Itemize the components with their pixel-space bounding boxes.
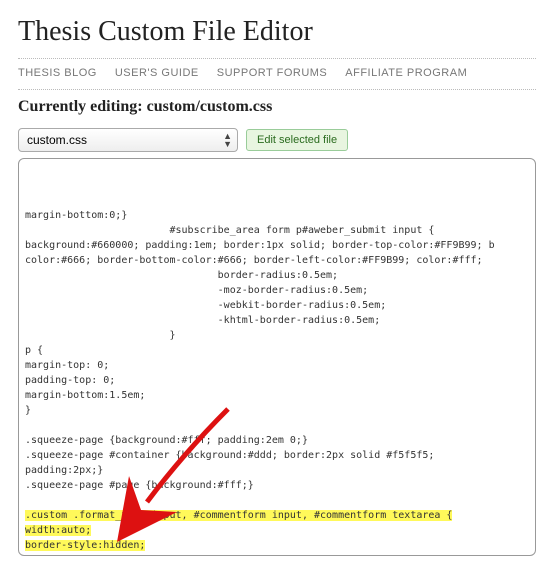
- page-title: Thesis Custom File Editor: [18, 16, 536, 48]
- code-line-highlighted[interactable]: border-style:hidden;: [25, 538, 529, 553]
- code-line[interactable]: padding:2px;}: [25, 463, 529, 478]
- code-line[interactable]: -moz-border-radius:0.5em;: [25, 283, 529, 298]
- code-line-highlighted[interactable]: width:auto;: [25, 523, 529, 538]
- nav-users-guide[interactable]: USER'S GUIDE: [115, 67, 199, 79]
- divider-bottom: [18, 89, 536, 90]
- code-editor[interactable]: margin-bottom:0;} #subscribe_area form p…: [18, 158, 536, 556]
- code-line[interactable]: border-radius:0.5em;: [25, 268, 529, 283]
- nav-thesis-blog[interactable]: THESIS BLOG: [18, 67, 97, 79]
- code-line[interactable]: .squeeze-page #page {background:#fff;}: [25, 478, 529, 493]
- code-line-highlighted[interactable]: .custom .format_text input, #commentform…: [25, 508, 529, 523]
- code-line[interactable]: [25, 493, 529, 508]
- file-controls: custom.css ▲▼ Edit selected file: [18, 128, 536, 152]
- code-line-highlighted[interactable]: }: [25, 553, 529, 556]
- code-line[interactable]: .squeeze-page {background:#fff; padding:…: [25, 433, 529, 448]
- code-line[interactable]: -khtml-border-radius:0.5em;: [25, 313, 529, 328]
- editing-filename: custom/custom.css: [147, 98, 273, 115]
- code-line[interactable]: margin-top: 0;: [25, 358, 529, 373]
- code-line[interactable]: #subscribe_area form p#aweber_submit inp…: [25, 223, 529, 238]
- currently-editing-label: Currently editing: custom/custom.css: [18, 98, 536, 116]
- file-select-wrap: custom.css ▲▼: [18, 128, 238, 152]
- code-line[interactable]: background:#660000; padding:1em; border:…: [25, 238, 529, 253]
- edit-selected-file-button[interactable]: Edit selected file: [246, 129, 348, 151]
- code-line[interactable]: margin-bottom:0;}: [25, 208, 529, 223]
- code-line[interactable]: p {: [25, 343, 529, 358]
- nav-support-forums[interactable]: SUPPORT FORUMS: [217, 67, 328, 79]
- top-nav: THESIS BLOG USER'S GUIDE SUPPORT FORUMS …: [18, 67, 536, 79]
- code-line[interactable]: [25, 418, 529, 433]
- code-line[interactable]: }: [25, 403, 529, 418]
- code-line[interactable]: padding-top: 0;: [25, 373, 529, 388]
- code-line[interactable]: margin-bottom:1.5em;: [25, 388, 529, 403]
- divider-top: [18, 58, 536, 59]
- editing-label: Currently editing:: [18, 98, 143, 115]
- code-line[interactable]: -webkit-border-radius:0.5em;: [25, 298, 529, 313]
- code-line[interactable]: }: [25, 328, 529, 343]
- code-line[interactable]: color:#666; border-bottom-color:#666; bo…: [25, 253, 529, 268]
- nav-affiliate-program[interactable]: AFFILIATE PROGRAM: [345, 67, 467, 79]
- file-select[interactable]: custom.css: [18, 128, 238, 152]
- code-line[interactable]: .squeeze-page #container {background:#dd…: [25, 448, 529, 463]
